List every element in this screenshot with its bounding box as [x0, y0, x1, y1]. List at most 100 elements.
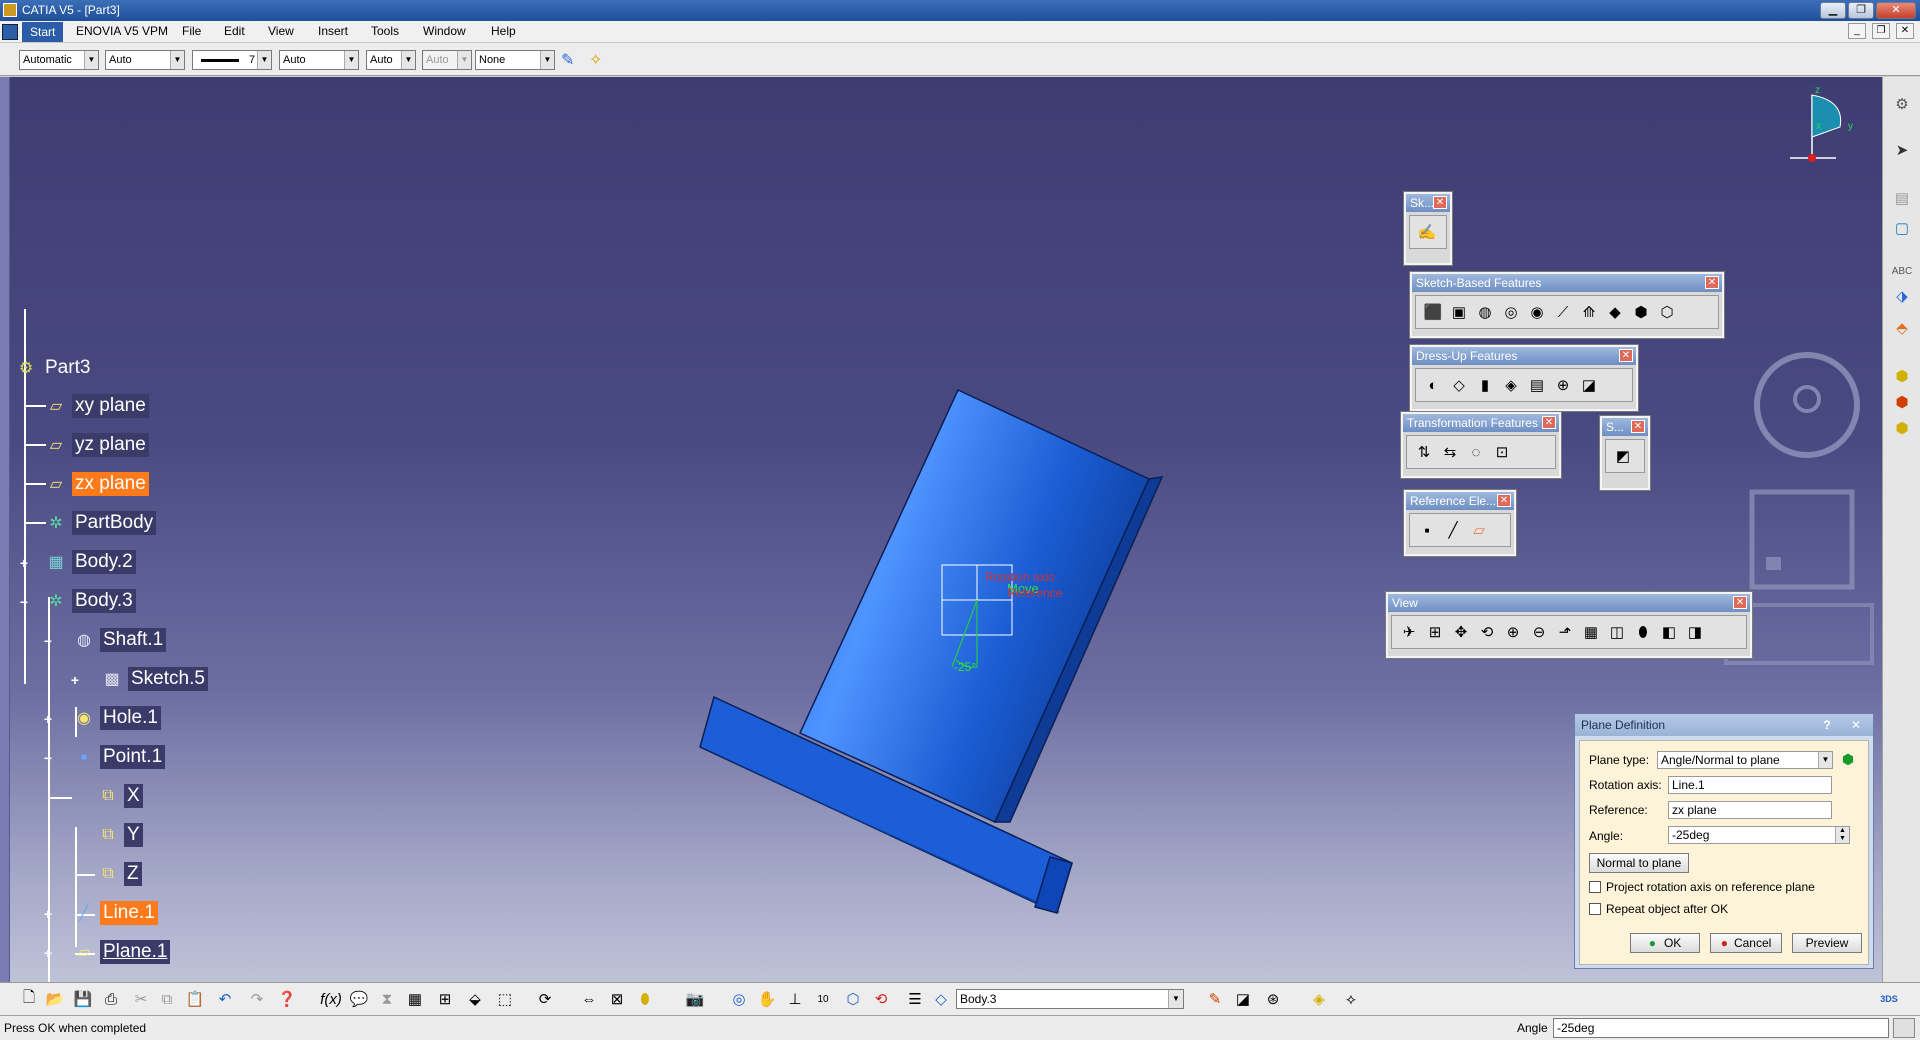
menu-tools[interactable]: Tools — [371, 24, 399, 38]
line-icon[interactable]: ╱ — [1442, 519, 1464, 541]
workbench-gear-icon[interactable]: ⚙ — [1891, 93, 1913, 115]
add-body-icon[interactable]: ⬢ — [1891, 417, 1913, 439]
tree-node-body2[interactable]: ▦ Body.2 — [44, 549, 136, 575]
new-icon[interactable]: 🗋 — [18, 988, 40, 1010]
expand-icon[interactable]: + — [41, 907, 55, 921]
swap-visible-icon[interactable]: ◨ — [1684, 621, 1706, 643]
status-angle-field[interactable]: -25deg — [1553, 1018, 1889, 1038]
constraint-dialog-icon[interactable]: ◪ — [1232, 988, 1254, 1010]
sketch-icon[interactable]: ✍ — [1416, 221, 1438, 243]
angle-field[interactable]: -25deg ▲ ▼ — [1668, 826, 1850, 844]
tree-node-yz-plane[interactable]: ▱ yz plane — [44, 432, 149, 458]
point-type-combo[interactable]: Auto ▼ — [366, 50, 416, 70]
shading-icon[interactable]: ⬮ — [1632, 621, 1654, 643]
redo-icon[interactable]: ↷ — [246, 988, 268, 1010]
tree-node-partbody[interactable]: ✲ PartBody — [44, 510, 157, 536]
tree-node-y[interactable]: ⧉ Y — [96, 822, 143, 848]
assemble-icon[interactable]: ⬢ — [1891, 391, 1913, 413]
current-body-combo[interactable]: Body.3 ▼ — [956, 989, 1184, 1009]
collapse-icon[interactable]: − — [41, 751, 55, 765]
dimension-icon[interactable]: ⟲ — [870, 988, 892, 1010]
preview-button[interactable]: Preview — [1792, 933, 1862, 953]
expand-icon[interactable]: + — [68, 673, 82, 687]
measure-between-icon[interactable]: ⇔ — [578, 988, 600, 1010]
print-icon[interactable]: ⎙ — [100, 988, 122, 1010]
instantiate-icon[interactable]: ⬚ — [494, 988, 516, 1010]
document-icon[interactable] — [2, 24, 18, 40]
hierarchy-icon[interactable]: ☰ — [904, 988, 926, 1010]
tree-node-x[interactable]: ⧉ X — [96, 783, 143, 809]
mirror-icon[interactable]: ⇆ — [1439, 441, 1461, 463]
stiffener-icon[interactable]: ◆ — [1604, 301, 1626, 323]
multi-view-icon[interactable]: ▦ — [1580, 621, 1602, 643]
painter-icon[interactable]: ✎ — [561, 50, 574, 70]
knowledge-icon[interactable]: 💬 — [348, 988, 370, 1010]
close-icon[interactable]: ✕ — [1497, 494, 1511, 507]
apply-material-icon[interactable]: ⬙ — [464, 988, 486, 1010]
translation-icon[interactable]: ⇅ — [1413, 441, 1435, 463]
loft-icon[interactable]: ⬢ — [1630, 301, 1652, 323]
spinner-icon[interactable]: ▲ ▼ — [1835, 827, 1849, 843]
analysis-icon[interactable]: ⊛ — [1262, 988, 1284, 1010]
catalog-icon[interactable]: ⊞ — [434, 988, 456, 1010]
multi-body-icon[interactable]: ◈ — [1308, 988, 1330, 1010]
menu-window[interactable]: Window — [423, 24, 466, 38]
measure-icon[interactable]: ▢ — [1891, 217, 1913, 239]
boolean-icon[interactable]: ⬘ — [1891, 317, 1913, 339]
close-icon[interactable]: ✕ — [1705, 276, 1719, 289]
design-table-icon[interactable]: ▦ — [404, 988, 426, 1010]
plane-type-lock-icon[interactable]: ⬢ — [1838, 751, 1858, 769]
open-icon[interactable]: 📂 — [44, 988, 66, 1010]
tree-node-hole1[interactable]: ◉ Hole.1 — [72, 705, 161, 731]
menu-view[interactable]: View — [268, 24, 294, 38]
normal-to-plane-button[interactable]: Normal to plane — [1589, 853, 1689, 873]
scaling-icon[interactable]: ⊡ — [1491, 441, 1513, 463]
tree-node-xy-plane[interactable]: ▱ xy plane — [44, 393, 149, 419]
dialog-close-icon[interactable]: ✕ — [1845, 717, 1867, 733]
help-button[interactable]: ? — [1817, 717, 1837, 733]
measure-item-icon[interactable]: ⊠ — [606, 988, 628, 1010]
zoom-out-icon[interactable]: ⊖ — [1528, 621, 1550, 643]
groove-icon[interactable]: ◎ — [1500, 301, 1522, 323]
pattern-icon[interactable]: ◌ — [1465, 441, 1487, 463]
body-define-icon[interactable]: ◇ — [930, 988, 952, 1010]
update-icon[interactable]: ▤ — [1891, 187, 1913, 209]
text-annotation-icon[interactable]: ABC — [1891, 260, 1913, 282]
tree-node-z[interactable]: ⧉ Z — [96, 861, 142, 887]
rib-icon[interactable]: ⟋ — [1552, 301, 1574, 323]
fit-all-icon[interactable]: ⊞ — [1424, 621, 1446, 643]
shell-icon[interactable]: ◈ — [1500, 374, 1522, 396]
hole-icon[interactable]: ◉ — [1526, 301, 1548, 323]
pocket-icon[interactable]: ▣ — [1448, 301, 1470, 323]
tree-node-sketch5[interactable]: ▩ Sketch.5 — [100, 666, 208, 692]
graphic-properties-icon[interactable]: ✧ — [589, 50, 602, 70]
project-rotation-axis-checkbox[interactable] — [1589, 881, 1601, 893]
menu-help[interactable]: Help — [491, 24, 516, 38]
repeat-object-checkbox[interactable] — [1589, 903, 1601, 915]
insert-body-icon[interactable]: ⬢ — [1891, 365, 1913, 387]
close-icon[interactable]: ✕ — [1433, 196, 1447, 209]
formula-icon[interactable]: f(x) — [320, 988, 342, 1010]
chamfer-icon[interactable]: ◇ — [1448, 374, 1470, 396]
menu-start[interactable]: Start — [22, 22, 64, 42]
menu-insert[interactable]: Insert — [318, 24, 348, 38]
draft-icon[interactable]: ▮ — [1474, 374, 1496, 396]
measure-inertia-icon[interactable]: ⬮ — [634, 988, 656, 1010]
cancel-button[interactable]: ● Cancel — [1710, 933, 1782, 953]
sensor-icon[interactable]: ⧗ — [376, 988, 398, 1010]
rotation-axis-field[interactable]: Line.1 — [1668, 776, 1832, 794]
copy-icon[interactable]: ⧉ — [156, 988, 178, 1010]
menu-enovia[interactable]: ENOVIA V5 VPM — [76, 24, 168, 38]
rotate-icon[interactable]: ⟲ — [1476, 621, 1498, 643]
hide-show-icon[interactable]: ◧ — [1658, 621, 1680, 643]
plane-type-combo[interactable]: Angle/Normal to plane ▼ — [1657, 751, 1833, 769]
close-icon[interactable]: ✕ — [1542, 416, 1556, 429]
ok-button[interactable]: ● OK — [1630, 933, 1700, 953]
tree-node-body3[interactable]: ✲ Body.3 — [44, 588, 136, 614]
split-icon[interactable]: ◩ — [1612, 445, 1634, 467]
close-icon[interactable]: ✕ — [1619, 349, 1633, 362]
zoom-in-icon[interactable]: ⊕ — [1502, 621, 1524, 643]
axis-system-icon[interactable]: ⊥ — [784, 988, 806, 1010]
doc-close-button[interactable]: ✕ — [1896, 23, 1914, 39]
expand-icon[interactable]: + — [17, 556, 31, 570]
